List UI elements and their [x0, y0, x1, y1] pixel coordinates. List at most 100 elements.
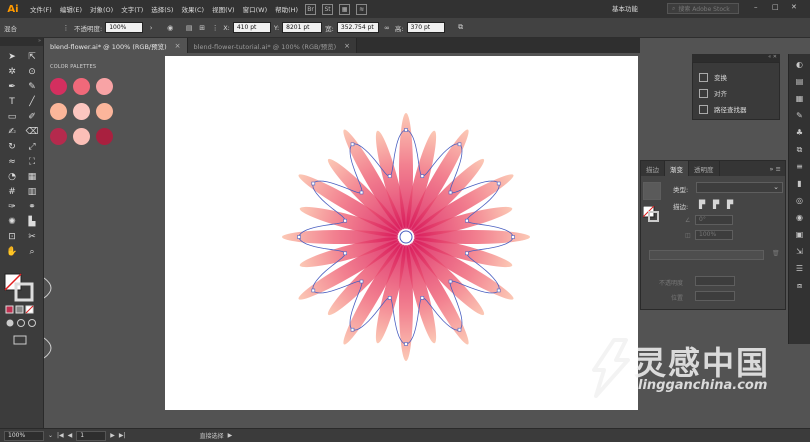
anchor-point[interactable]	[457, 327, 462, 332]
link-icon[interactable]: ∞	[382, 23, 392, 33]
anchor-point[interactable]	[404, 128, 408, 132]
perspective-grid-tool-icon[interactable]: ▦	[23, 170, 41, 184]
artboard-number-field[interactable]: 1	[76, 430, 107, 441]
anchor-point[interactable]	[420, 296, 425, 300]
swatch[interactable]	[73, 78, 90, 95]
stock-icon[interactable]: St	[322, 3, 334, 15]
y-field[interactable]: 8201 pt	[282, 22, 323, 33]
transform-icon[interactable]: ⧉	[456, 23, 466, 33]
dock-collapse-bar[interactable]: « ✕	[692, 54, 780, 62]
menu-object[interactable]: 对象(O)	[86, 4, 117, 14]
swatch[interactable]	[73, 128, 90, 145]
last-artboard-icon[interactable]: ▶|	[119, 432, 126, 439]
menu-help[interactable]: 帮助(H)	[271, 4, 302, 14]
hand-tool-icon[interactable]: ✋	[3, 245, 21, 259]
artboard-tool-icon[interactable]: ⊡	[3, 230, 21, 244]
next-artboard-icon[interactable]: ▶	[110, 432, 115, 439]
anchor-point[interactable]	[457, 142, 462, 147]
anchor-point[interactable]	[350, 327, 355, 332]
appearance-panel-icon[interactable]: ◉	[793, 211, 806, 224]
anchor-point[interactable]	[343, 218, 347, 223]
panel-menu-icon[interactable]: » ≡	[770, 165, 786, 173]
minimize-icon[interactable]: –	[754, 3, 758, 11]
shaper-tool-icon[interactable]: ✍	[3, 125, 21, 139]
swatch[interactable]	[50, 78, 67, 95]
direct-selection-tool-icon[interactable]: ⇱	[23, 50, 41, 64]
slice-tool-icon[interactable]: ✂	[23, 230, 41, 244]
tab-stroke[interactable]: 描边	[641, 161, 665, 176]
swatch[interactable]	[50, 103, 67, 120]
anchor-point[interactable]	[311, 181, 316, 186]
reference-point-icon[interactable]: ⋮	[210, 23, 220, 33]
fill-stroke-icon[interactable]	[643, 206, 659, 222]
gradient-preview[interactable]	[643, 182, 661, 200]
lasso-tool-icon[interactable]: ⊙	[23, 65, 41, 79]
rectangle-tool-icon[interactable]: ▭	[3, 110, 21, 124]
stroke-across-icon[interactable]: ▛	[727, 200, 733, 209]
menu-file[interactable]: 文件(F)	[26, 4, 56, 14]
anchor-point[interactable]	[297, 235, 301, 239]
blend-tool-icon[interactable]: ⚭	[23, 200, 41, 214]
maximize-icon[interactable]: □	[772, 3, 779, 11]
export-icon[interactable]: ⇲	[793, 245, 806, 258]
tab-transparency[interactable]: 透明度	[689, 161, 720, 176]
anchor-point[interactable]	[350, 142, 355, 147]
magic-wand-tool-icon[interactable]: ✲	[3, 65, 21, 79]
status-menu-icon[interactable]: ▶	[228, 432, 233, 439]
anchor-point[interactable]	[387, 296, 392, 300]
anchor-point[interactable]	[387, 174, 392, 178]
chevron-down-icon[interactable]: ⌄	[48, 432, 53, 439]
stroke-panel-icon[interactable]: ≡	[793, 160, 806, 173]
width-tool-icon[interactable]: ≈	[3, 155, 21, 169]
opacity-field[interactable]: 100%	[105, 22, 144, 33]
close-tab-icon[interactable]: ×	[344, 42, 350, 50]
gradient-tool-icon[interactable]: ▥	[23, 185, 41, 199]
column-graph-tool-icon[interactable]: ▙	[23, 215, 41, 229]
free-transform-tool-icon[interactable]: ⛶	[23, 155, 41, 169]
stroke-along-icon[interactable]: ▛	[713, 200, 719, 209]
transform-anchor-icon[interactable]: ⊞	[197, 23, 207, 33]
pen-tool-icon[interactable]: ✒	[3, 80, 21, 94]
workspace-switcher[interactable]: 基本功能	[612, 3, 638, 13]
align-icon[interactable]: ▤	[184, 23, 194, 33]
anchor-point[interactable]	[343, 251, 347, 256]
menu-window[interactable]: 窗口(W)	[239, 4, 272, 14]
x-field[interactable]: 410 pt	[232, 22, 271, 33]
menu-effect[interactable]: 效果(C)	[177, 4, 208, 14]
anchor-point[interactable]	[448, 279, 453, 284]
anchor-point[interactable]	[448, 190, 453, 195]
height-field[interactable]: 370 pt	[406, 22, 445, 33]
menu-select[interactable]: 选择(S)	[147, 4, 177, 14]
symbol-sprayer-tool-icon[interactable]: ✺	[3, 215, 21, 229]
swatch[interactable]	[96, 103, 113, 120]
artboard[interactable]	[165, 56, 638, 410]
stroke-within-icon[interactable]: ▛	[699, 200, 705, 209]
type-tool-icon[interactable]: T	[3, 95, 21, 109]
anchor-point[interactable]	[496, 288, 501, 293]
angle-field[interactable]: 0°	[695, 215, 733, 225]
symbols-icon[interactable]: ♣	[793, 126, 806, 139]
location-field[interactable]	[695, 291, 735, 301]
shape-builder-tool-icon[interactable]: ◔	[3, 170, 21, 184]
curvature-tool-icon[interactable]: ✎	[23, 80, 41, 94]
paintbrush-tool-icon[interactable]: ✐	[23, 110, 41, 124]
fill-stroke-swatches[interactable]	[0, 270, 44, 350]
menu-edit[interactable]: 编辑(E)	[56, 4, 86, 14]
gradient-slider[interactable]	[649, 250, 764, 260]
tab-blend-flower-tutorial[interactable]: blend-flower-tutorial.ai* @ 100% (RGB/预览…	[187, 38, 358, 53]
bridge-icon[interactable]: Br	[305, 3, 317, 15]
swatch[interactable]	[50, 128, 67, 145]
close-icon[interactable]: ✕	[791, 3, 797, 11]
anchor-point[interactable]	[359, 190, 364, 195]
color-panel-icon[interactable]: ◐	[793, 58, 806, 71]
menu-type[interactable]: 文字(T)	[117, 4, 147, 14]
eyedropper-tool-icon[interactable]: ✑	[3, 200, 21, 214]
anchor-point[interactable]	[359, 279, 364, 284]
line-tool-icon[interactable]: ╱	[23, 95, 41, 109]
anchor-point[interactable]	[311, 288, 316, 293]
eraser-tool-icon[interactable]: ⌫	[23, 125, 41, 139]
anchor-point[interactable]	[404, 342, 408, 346]
anchor-point[interactable]	[496, 181, 501, 186]
scale-tool-icon[interactable]: ⤢	[23, 140, 41, 154]
anchor-point[interactable]	[420, 174, 425, 178]
